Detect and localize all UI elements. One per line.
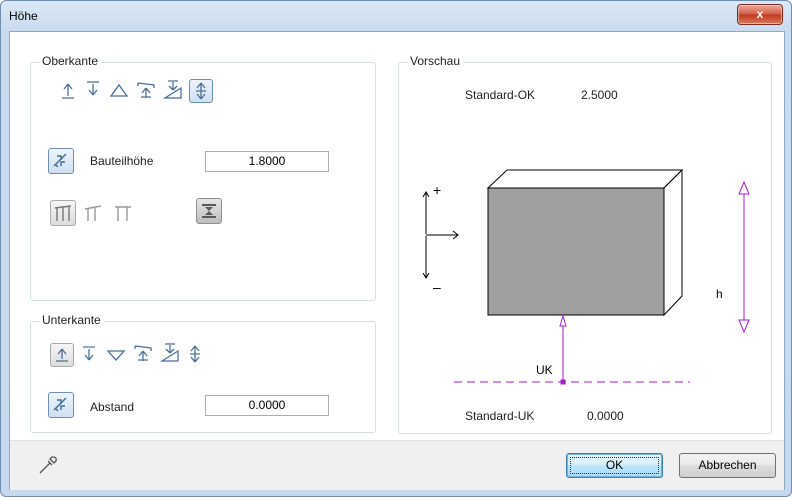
unterkante-group: Unterkante bbox=[30, 313, 376, 433]
uk-label: UK bbox=[536, 363, 553, 377]
window-title: Höhe bbox=[9, 9, 38, 23]
hourglass-icon[interactable] bbox=[196, 198, 222, 224]
ok-button[interactable]: OK bbox=[566, 453, 663, 478]
slope-arrow-icon[interactable] bbox=[134, 79, 158, 101]
standard-ok-label: Standard-OK bbox=[465, 88, 536, 102]
bauteilhoehe-label: Bauteilhöhe bbox=[90, 154, 154, 168]
wall-top-full-icon[interactable] bbox=[50, 200, 76, 226]
h-dimension bbox=[738, 180, 750, 334]
arrow-down-line-icon[interactable] bbox=[78, 342, 100, 366]
wall-top-left-icon[interactable] bbox=[80, 200, 106, 226]
slope-arrow-icon[interactable] bbox=[131, 342, 155, 364]
arrow-up-line-icon[interactable] bbox=[57, 80, 79, 102]
offset-arrows bbox=[422, 191, 459, 279]
arrow-up-line-icon[interactable] bbox=[50, 343, 74, 367]
double-arrow-icon[interactable] bbox=[189, 79, 213, 103]
block-front-face bbox=[487, 187, 665, 316]
wall-top-right-icon[interactable] bbox=[110, 200, 136, 226]
height-toggle-icon[interactable] bbox=[48, 148, 74, 174]
ramp-arrow-icon[interactable] bbox=[161, 78, 185, 102]
button-bar: OK Abbrechen bbox=[10, 440, 784, 490]
vorschau-label: Vorschau bbox=[407, 54, 464, 68]
triangle-outline-icon[interactable] bbox=[107, 79, 131, 101]
bauteilhoehe-input[interactable]: 1.8000 bbox=[205, 151, 329, 172]
close-button[interactable]: x bbox=[737, 4, 783, 25]
distance-toggle-icon[interactable] bbox=[48, 392, 74, 418]
block-side-face bbox=[663, 168, 683, 317]
standard-uk-label: Standard-UK bbox=[465, 409, 535, 423]
eyedropper-icon[interactable] bbox=[36, 453, 60, 477]
block-top-face bbox=[486, 169, 684, 189]
arrow-down-line-icon[interactable] bbox=[82, 78, 104, 100]
title-bar[interactable]: Höhe x bbox=[1, 1, 791, 31]
h-label: h bbox=[716, 287, 723, 301]
preview-diagram: + – h UK bbox=[422, 168, 750, 385]
unterkante-label: Unterkante bbox=[39, 313, 104, 327]
ramp-arrow-icon[interactable] bbox=[158, 341, 182, 365]
uk-arrow bbox=[454, 314, 690, 385]
abstand-label: Abstand bbox=[90, 400, 135, 414]
standard-ok-value: 2.5000 bbox=[581, 88, 618, 102]
cancel-button[interactable]: Abbrechen bbox=[679, 453, 776, 478]
dialog-window: Höhe x Oberkante Bauteilhöhe 1.8000 Unte… bbox=[0, 0, 792, 497]
plus-sign: + bbox=[433, 182, 441, 198]
focus-rect bbox=[570, 457, 659, 474]
oberkante-label: Oberkante bbox=[39, 54, 102, 68]
triangle-down-outline-icon[interactable] bbox=[104, 344, 128, 366]
double-arrow-icon[interactable] bbox=[184, 342, 206, 366]
minus-sign: – bbox=[433, 279, 441, 295]
abstand-input[interactable]: 0.0000 bbox=[205, 395, 329, 416]
standard-uk-value: 0.0000 bbox=[587, 409, 624, 423]
dialog-client-area: Oberkante Bauteilhöhe 1.8000 Unterkante … bbox=[9, 31, 785, 490]
